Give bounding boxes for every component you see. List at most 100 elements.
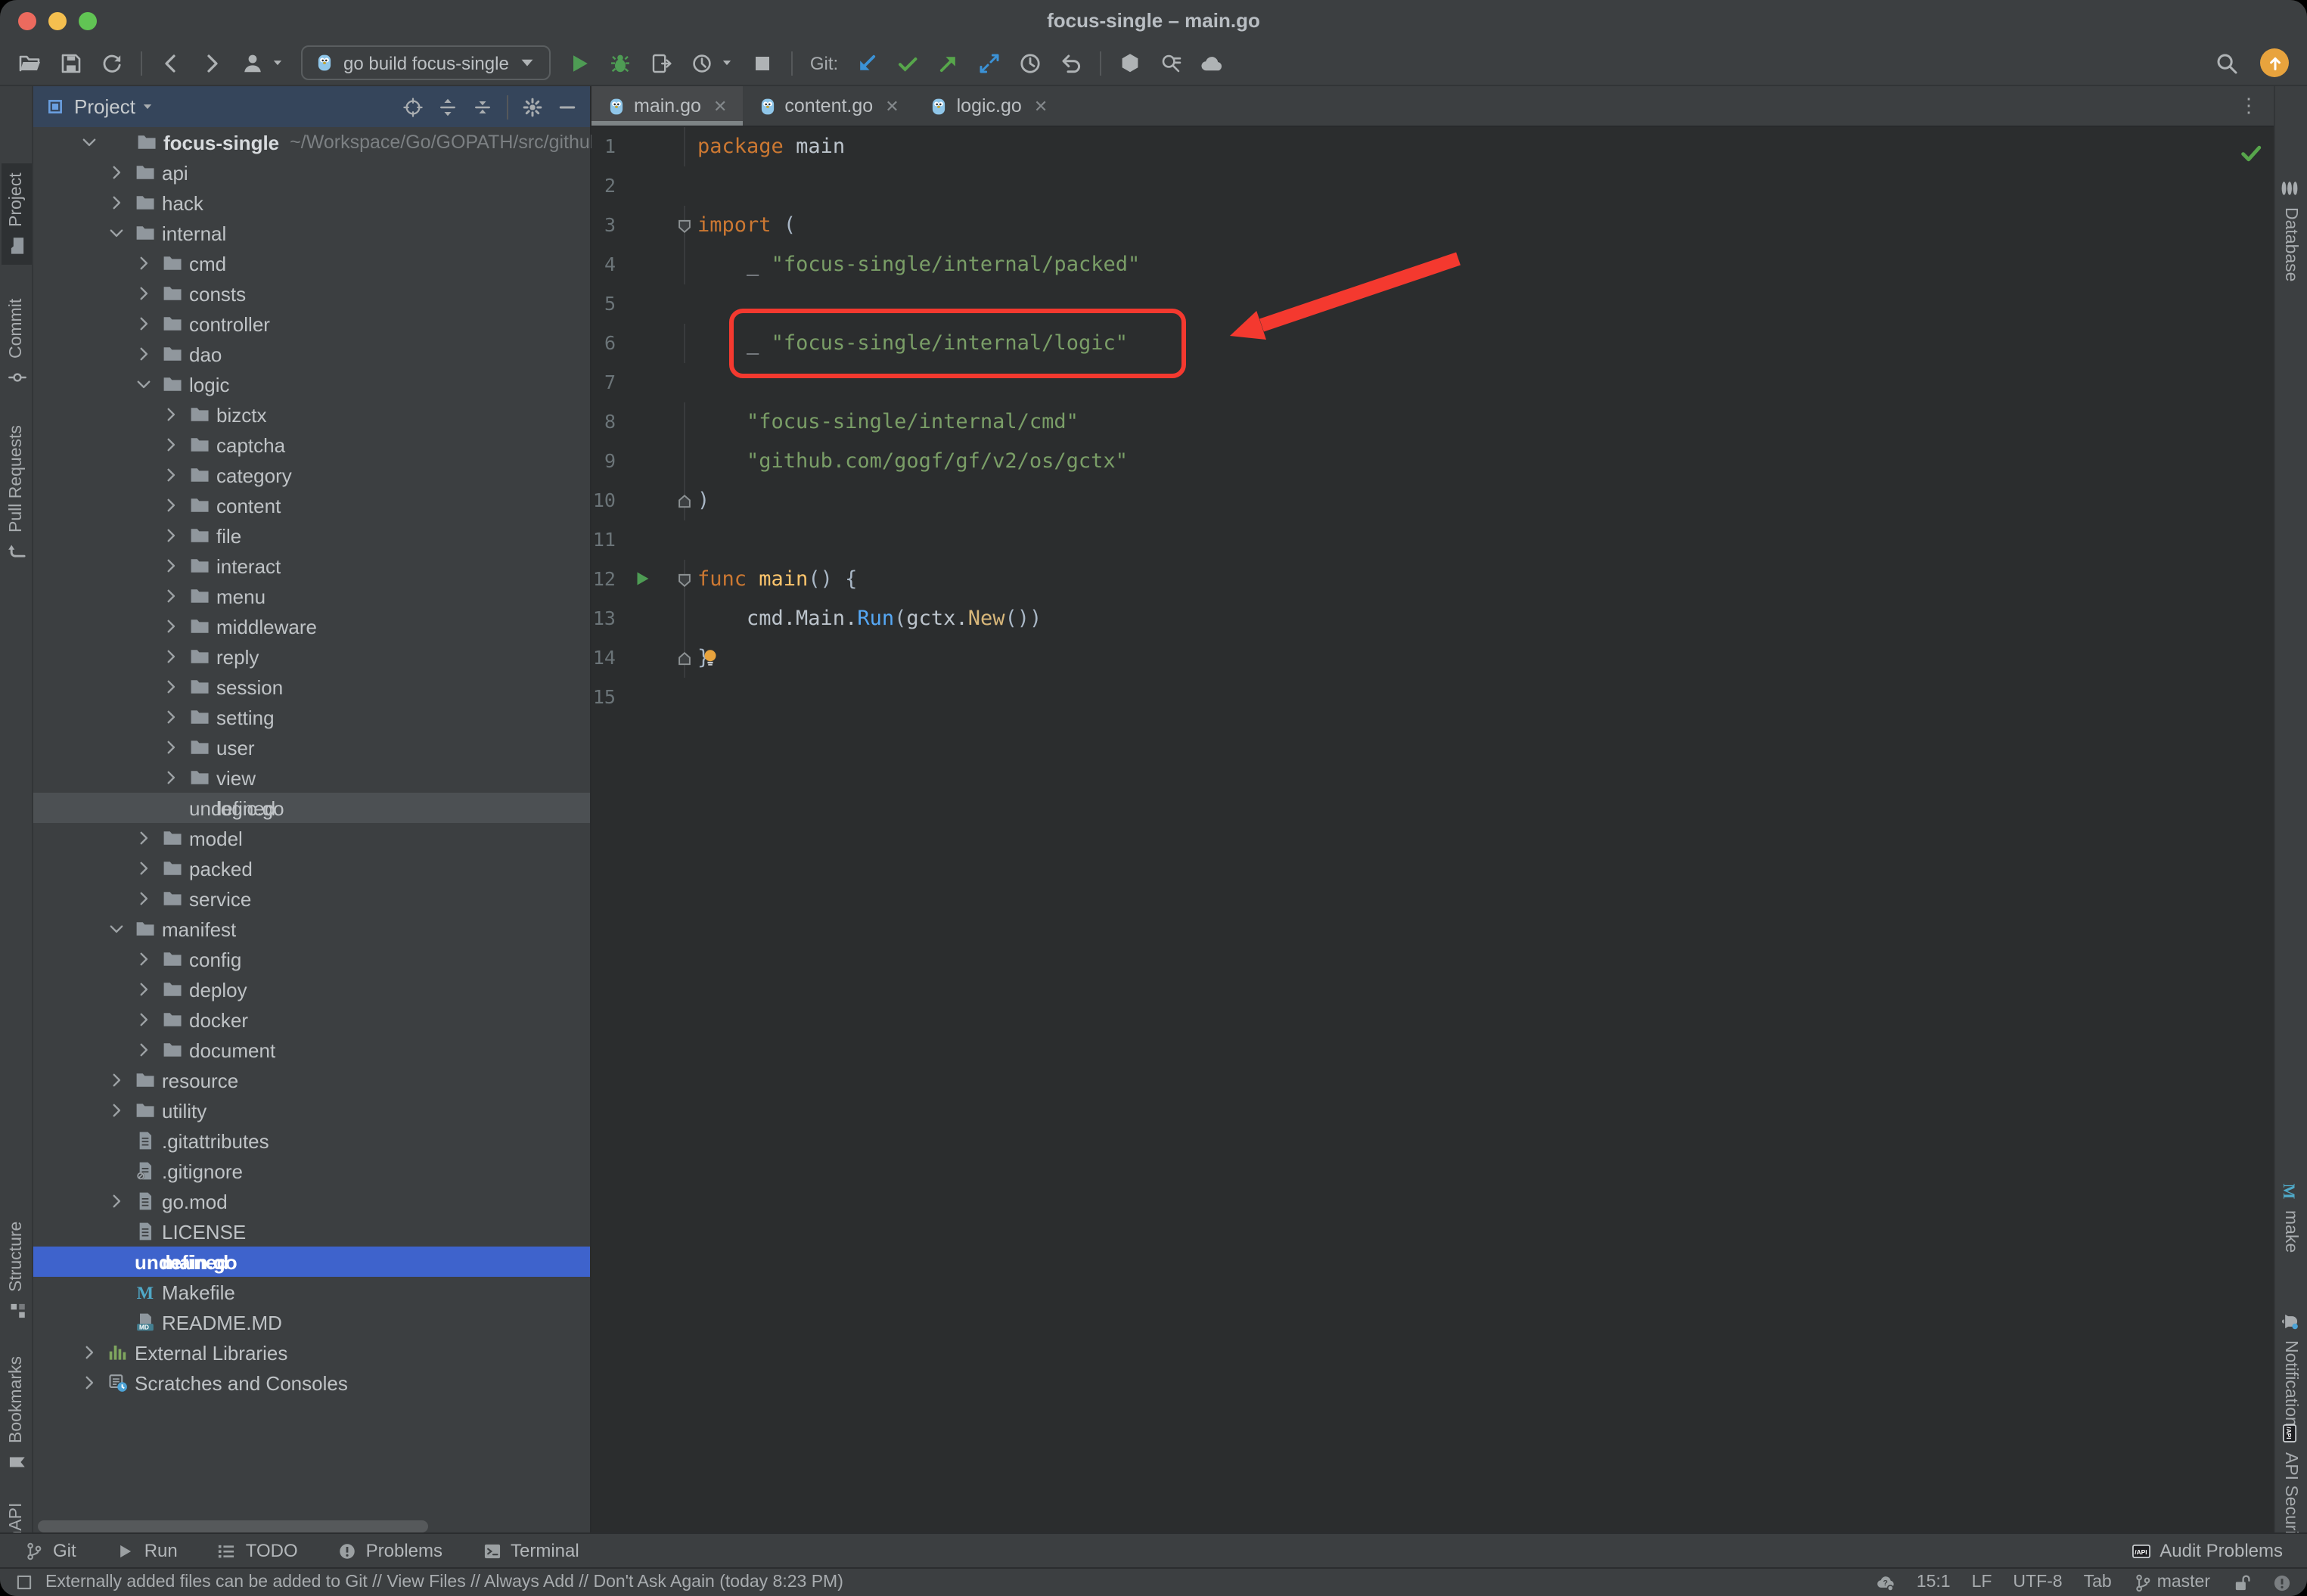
toolwindow-button-todo[interactable]: TODO [217, 1540, 298, 1561]
tree-item-license[interactable]: LICENSE [33, 1216, 590, 1247]
chevron-right-icon[interactable] [80, 1343, 98, 1362]
chevron-down-icon[interactable] [107, 224, 126, 242]
notifications-icon[interactable] [2272, 1573, 2292, 1592]
rollback-icon[interactable] [1059, 51, 1083, 75]
tree-item-menu[interactable]: menu [33, 581, 590, 611]
tree-item-makefile[interactable]: MMakefile [33, 1277, 590, 1307]
search-everywhere-icon[interactable] [2215, 51, 2239, 75]
chevron-right-icon[interactable] [80, 1374, 98, 1392]
tree-item-cmd[interactable]: cmd [33, 248, 590, 278]
horizontal-scrollbar[interactable] [38, 1520, 428, 1532]
unlock-icon[interactable] [2231, 1573, 2251, 1592]
chevron-right-icon[interactable] [162, 557, 180, 575]
tree-item-content[interactable]: content [33, 490, 590, 520]
cloud-icon[interactable] [1200, 51, 1224, 75]
profiler-caret-icon[interactable] [721, 56, 734, 70]
tree-item-service[interactable]: service [33, 883, 590, 914]
toolwindow-button-git[interactable]: Git [24, 1540, 76, 1561]
expand-all-icon[interactable] [437, 96, 458, 117]
tab-options-icon[interactable]: ⋮ [2239, 94, 2259, 118]
git-commit-icon[interactable] [896, 51, 920, 75]
git-merge-icon[interactable] [977, 51, 1001, 75]
project-panel-header[interactable]: Project [33, 86, 590, 127]
intention-bulb-icon[interactable] [700, 647, 720, 667]
chevron-right-icon[interactable] [135, 980, 153, 998]
chevron-right-icon[interactable] [162, 436, 180, 454]
chevron-right-icon[interactable] [107, 194, 126, 212]
user-caret-icon[interactable] [271, 56, 284, 70]
tree-item-focus-single[interactable]: focus-single~/Workspace/Go/GOPATH/src/gi… [33, 127, 590, 157]
run-main-gutter-icon[interactable] [632, 569, 652, 588]
chevron-right-icon[interactable] [162, 526, 180, 545]
tab-close-icon[interactable]: ✕ [1034, 96, 1048, 116]
code-line-2[interactable]: 2 [591, 166, 2274, 206]
chevron-right-icon[interactable] [135, 859, 153, 877]
chevron-right-icon[interactable] [107, 1071, 126, 1089]
code-line-8[interactable]: 8 "focus-single/internal/cmd" [591, 402, 2274, 442]
chevron-down-icon[interactable] [135, 375, 153, 393]
tree-item-config[interactable]: config [33, 944, 590, 974]
update-avatar-button[interactable] [2260, 48, 2289, 77]
save-icon[interactable] [59, 51, 83, 75]
tree-item-session[interactable]: session [33, 672, 590, 702]
tree-item-consts[interactable]: consts [33, 278, 590, 309]
git-branch-widget[interactable]: master [2133, 1573, 2210, 1592]
code-line-3[interactable]: 3import ( [591, 206, 2274, 245]
toolwindow-button-run[interactable]: Run [116, 1540, 178, 1561]
cloud-settings-icon[interactable]: ? [1876, 1573, 1896, 1592]
git-update-icon[interactable] [855, 51, 879, 75]
tree-item-deploy[interactable]: deploy [33, 974, 590, 1004]
tab-logic.go[interactable]: logic.go✕ [914, 86, 1063, 126]
code-line-11[interactable]: 11 [591, 520, 2274, 560]
tree-item-main.go[interactable]: undefinedmain.go [33, 1247, 590, 1277]
chevron-right-icon[interactable] [162, 617, 180, 635]
sidebar-item-database[interactable]: Database [2275, 169, 2305, 290]
chevron-right-icon[interactable] [162, 708, 180, 726]
code-editor[interactable]: 1package main23import (4 _ "focus-single… [591, 127, 2274, 1532]
sidebar-item-project[interactable]: Project [2, 163, 32, 265]
caret-position[interactable]: 15:1 [1917, 1573, 1951, 1591]
fold-end-icon[interactable] [676, 650, 693, 666]
tree-item-scratches-and-consoles[interactable]: Scratches and Consoles [33, 1368, 590, 1398]
toolwindow-button-problems[interactable]: Problems [337, 1540, 442, 1561]
back-icon[interactable] [159, 51, 183, 75]
chevron-right-icon[interactable] [162, 647, 180, 666]
tab-close-icon[interactable]: ✕ [713, 96, 727, 116]
tree-item-document[interactable]: document [33, 1035, 590, 1065]
fold-start-icon[interactable] [676, 217, 693, 234]
line-ending[interactable]: LF [1972, 1573, 1992, 1591]
tree-item-category[interactable]: category [33, 460, 590, 490]
chevron-down-icon[interactable] [107, 920, 126, 938]
tree-item-.gitignore[interactable]: .gitignore [33, 1156, 590, 1186]
tree-item-api[interactable]: api [33, 157, 590, 188]
tree-item-view[interactable]: view [33, 762, 590, 793]
debug-button[interactable] [609, 51, 633, 75]
tree-item-packed[interactable]: packed [33, 853, 590, 883]
run-with-coverage-icon[interactable] [650, 51, 674, 75]
gear-icon[interactable] [522, 96, 543, 117]
sidebar-item-bookmarks[interactable]: Bookmarks [2, 1347, 32, 1481]
tree-item-manifest[interactable]: manifest [33, 914, 590, 944]
chevron-right-icon[interactable] [135, 1011, 153, 1029]
user-icon[interactable] [241, 51, 265, 75]
tree-item-controller[interactable]: controller [33, 309, 590, 339]
chevron-right-icon[interactable] [135, 315, 153, 333]
tree-item-.gitattributes[interactable]: .gitattributes [33, 1126, 590, 1156]
tree-item-logic[interactable]: logic [33, 369, 590, 399]
sidebar-item-structure[interactable]: Structure [2, 1213, 32, 1330]
chevron-right-icon[interactable] [162, 405, 180, 424]
sync-icon[interactable] [100, 51, 124, 75]
tree-item-readme.md[interactable]: MDREADME.MD [33, 1307, 590, 1337]
tab-content.go[interactable]: content.go✕ [742, 86, 914, 126]
code-line-7[interactable]: 7 [591, 363, 2274, 402]
toolwindow-button-audit-problems[interactable]: /APIAudit Problems [2131, 1540, 2283, 1561]
chevron-right-icon[interactable] [162, 466, 180, 484]
chevron-right-icon[interactable] [135, 345, 153, 363]
chevron-right-icon[interactable] [135, 829, 153, 847]
chevron-right-icon[interactable] [162, 738, 180, 756]
fold-end-icon[interactable] [676, 492, 693, 509]
chevron-right-icon[interactable] [135, 890, 153, 908]
fold-start-icon[interactable] [676, 571, 693, 588]
toolwindow-button-terminal[interactable]: Terminal [482, 1540, 579, 1561]
chevron-down-icon[interactable] [80, 133, 98, 151]
